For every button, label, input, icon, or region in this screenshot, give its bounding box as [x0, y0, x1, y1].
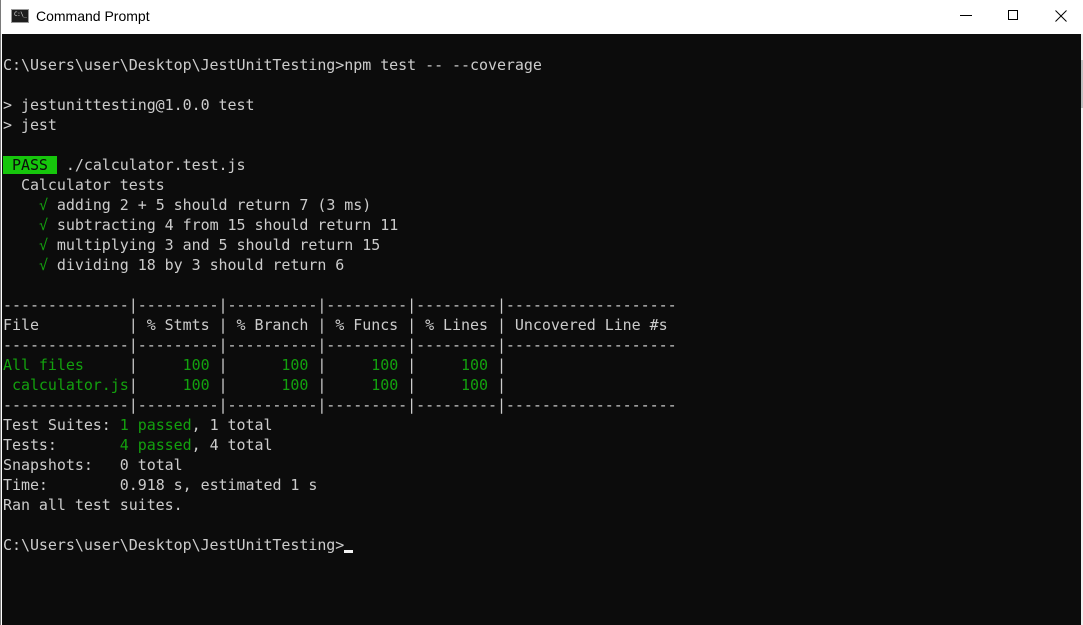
test-name: adding 2 + 5 should return 7 (3 ms) [56, 196, 372, 214]
coverage-lines: 100 [416, 356, 497, 374]
prompt: C:\Users\user\Desktop\JestUnitTesting> [3, 536, 345, 554]
coverage-uncovered [506, 376, 515, 394]
suite-name: Calculator tests [3, 176, 165, 194]
coverage-row: calculator.js| 100 | 100 | 100 | 100 | [3, 375, 515, 395]
check-icon: √ [38, 236, 48, 254]
coverage-funcs: 100 [326, 356, 408, 374]
minimize-icon [960, 15, 972, 16]
summary-snapshots: Snapshots: 0 total [3, 456, 183, 474]
prompt: C:\Users\user\Desktop\JestUnitTesting> [3, 56, 345, 74]
terminal-output[interactable]: C:\Users\user\Desktop\JestUnitTesting>np… [2, 34, 1081, 625]
summary-time: Time: 0.918 s, estimated 1 s [3, 476, 318, 494]
minimize-button[interactable] [942, 0, 988, 34]
coverage-uncovered [506, 356, 515, 374]
coverage-stmts: 100 [137, 376, 219, 394]
coverage-header: File | % Stmts | % Branch | % Funcs | % … [3, 316, 677, 334]
test-result: √ dividing 18 by 3 should return 6 [3, 255, 344, 275]
title-bar[interactable]: C:\_ Command Prompt [1, 0, 1083, 34]
test-result: √ adding 2 + 5 should return 7 (3 ms) [3, 195, 371, 215]
summary-tests: Tests: 4 passed, 4 total [3, 436, 273, 454]
coverage-stmts: 100 [137, 356, 219, 374]
summary-suites: Test Suites: 1 passed, 1 total [3, 416, 273, 434]
pass-badge: PASS [3, 156, 57, 174]
test-file-line: PASS ./calculator.test.js [3, 155, 246, 175]
command-prompt-window: C:\_ Command Prompt C:\Users\user\Deskto… [0, 0, 1083, 625]
coverage-branch: 100 [227, 356, 318, 374]
coverage-separator: --------------|---------|----------|----… [3, 336, 677, 354]
suites-passed: 1 passed [119, 416, 192, 434]
test-result: √ subtracting 4 from 15 should return 11 [3, 215, 398, 235]
npm-cmd-line: > jest [3, 116, 57, 134]
tests-passed: 4 passed [119, 436, 192, 454]
cmd-icon: C:\_ [11, 9, 29, 23]
coverage-file: All files [3, 356, 84, 374]
maximize-icon [1008, 10, 1018, 20]
command-line: C:\Users\user\Desktop\JestUnitTesting>np… [3, 55, 542, 75]
text-cursor [344, 550, 354, 553]
coverage-file: calculator.js [3, 376, 129, 394]
test-file-name: ./calculator.test.js [56, 156, 246, 174]
current-prompt-line[interactable]: C:\Users\user\Desktop\JestUnitTesting> [3, 535, 354, 555]
coverage-branch: 100 [227, 376, 318, 394]
test-name: subtracting 4 from 15 should return 11 [56, 216, 399, 234]
check-icon: √ [38, 256, 48, 274]
command-text: npm test -- --coverage [344, 56, 542, 74]
close-icon [1055, 10, 1067, 22]
test-name: multiplying 3 and 5 should return 15 [56, 236, 381, 254]
test-result: √ multiplying 3 and 5 should return 15 [3, 235, 380, 255]
check-icon: √ [38, 216, 48, 234]
close-button[interactable] [1038, 0, 1083, 34]
coverage-lines: 100 [416, 376, 497, 394]
maximize-button[interactable] [990, 0, 1036, 34]
ran-all-suites: Ran all test suites. [3, 496, 183, 514]
coverage-separator: --------------|---------|----------|----… [3, 396, 677, 414]
coverage-funcs: 100 [326, 376, 408, 394]
coverage-separator: --------------|---------|----------|----… [3, 296, 677, 314]
test-name: dividing 18 by 3 should return 6 [56, 256, 345, 274]
npm-script-line: > jestunittesting@1.0.0 test [3, 96, 255, 114]
window-title: Command Prompt [36, 8, 150, 24]
coverage-row: All files | 100 | 100 | 100 | 100 | [3, 355, 515, 375]
check-icon: √ [38, 196, 48, 214]
